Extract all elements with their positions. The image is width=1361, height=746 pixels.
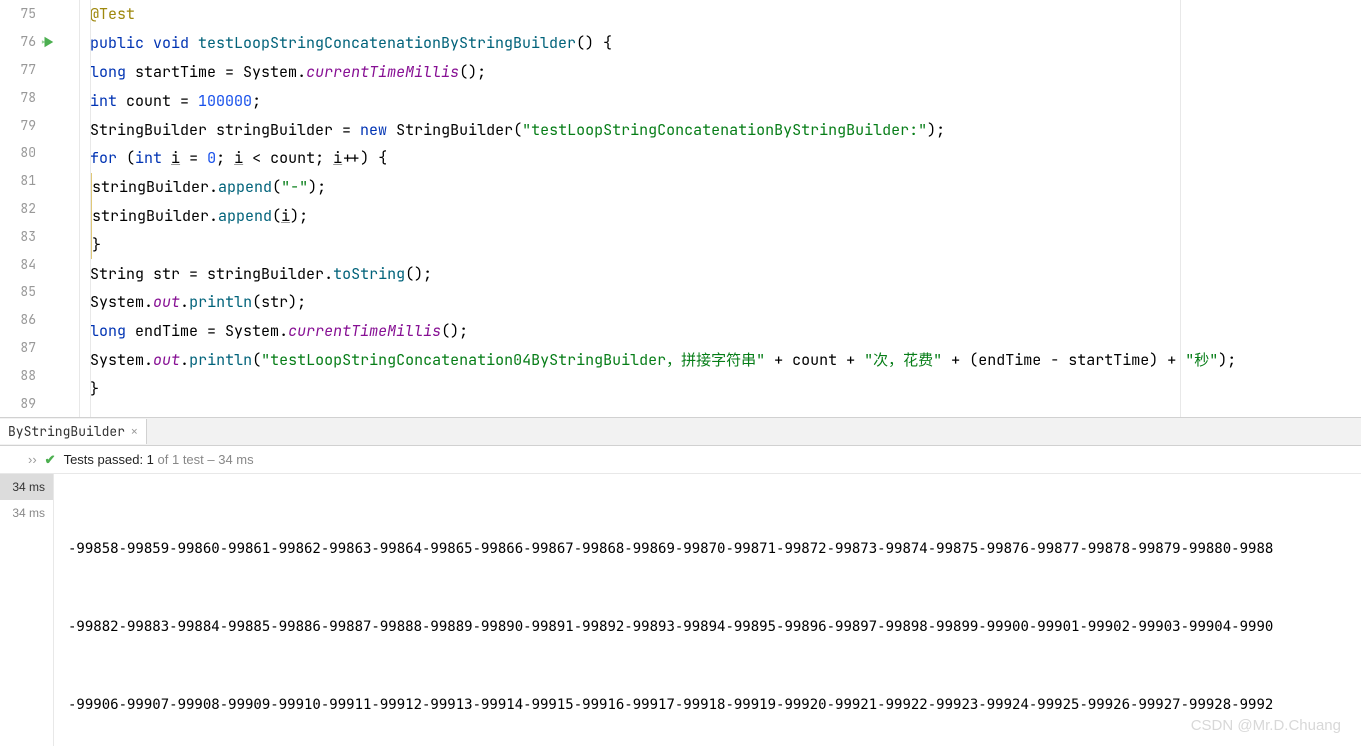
- test-tree-sidebar: 34 ms 34 ms: [0, 474, 54, 746]
- gutter: 75 76 77 78 79 80 81 82 83 84 85 86 87 8…: [0, 0, 60, 417]
- run-tab-bar: ByStringBuilder ✕: [0, 418, 1361, 446]
- gutter-line[interactable]: 80: [0, 139, 60, 167]
- gutter-separator: [60, 0, 80, 417]
- check-icon: ✔: [45, 452, 56, 468]
- test-tree-item[interactable]: 34 ms: [0, 500, 53, 526]
- gutter-line[interactable]: 88: [0, 361, 60, 389]
- close-icon[interactable]: ✕: [131, 425, 138, 439]
- expand-icon[interactable]: ››: [28, 452, 37, 467]
- gutter-line[interactable]: 89: [0, 389, 60, 417]
- gutter-line[interactable]: 81: [0, 167, 60, 195]
- gutter-line[interactable]: 82: [0, 195, 60, 223]
- console-output[interactable]: -99858-99859-99860-99861-99862-99863-998…: [54, 474, 1361, 746]
- test-status-bar: ›› ✔ Tests passed: 1 of 1 test – 34 ms: [0, 446, 1361, 474]
- test-status-text: Tests passed: 1 of 1 test – 34 ms: [64, 452, 254, 467]
- code-area[interactable]: @Test public void testLoopStringConcaten…: [80, 0, 1361, 417]
- tab-label: ByStringBuilder: [8, 423, 125, 440]
- gutter-line[interactable]: 87: [0, 334, 60, 362]
- tab-test-result[interactable]: ByStringBuilder ✕: [0, 419, 147, 444]
- console-area: 34 ms 34 ms -99858-99859-99860-99861-998…: [0, 474, 1361, 746]
- gutter-line[interactable]: 86: [0, 306, 60, 334]
- editor-pane: 75 76 77 78 79 80 81 82 83 84 85 86 87 8…: [0, 0, 1361, 418]
- gutter-line[interactable]: 84: [0, 250, 60, 278]
- gutter-line[interactable]: 79: [0, 111, 60, 139]
- gutter-line[interactable]: 75: [0, 0, 60, 28]
- test-tree-item[interactable]: 34 ms: [0, 474, 53, 500]
- gutter-line[interactable]: 83: [0, 222, 60, 250]
- gutter-line[interactable]: 85: [0, 278, 60, 306]
- console-line: -99858-99859-99860-99861-99862-99863-998…: [68, 536, 1347, 562]
- gutter-line[interactable]: 76: [0, 28, 60, 56]
- gutter-line[interactable]: 77: [0, 56, 60, 84]
- gutter-line[interactable]: 78: [0, 83, 60, 111]
- console-line: -99882-99883-99884-99885-99886-99887-998…: [68, 614, 1347, 640]
- console-line: -99906-99907-99908-99909-99910-99911-999…: [68, 692, 1347, 718]
- right-margin: [1180, 0, 1181, 417]
- run-test-icon[interactable]: [40, 34, 56, 50]
